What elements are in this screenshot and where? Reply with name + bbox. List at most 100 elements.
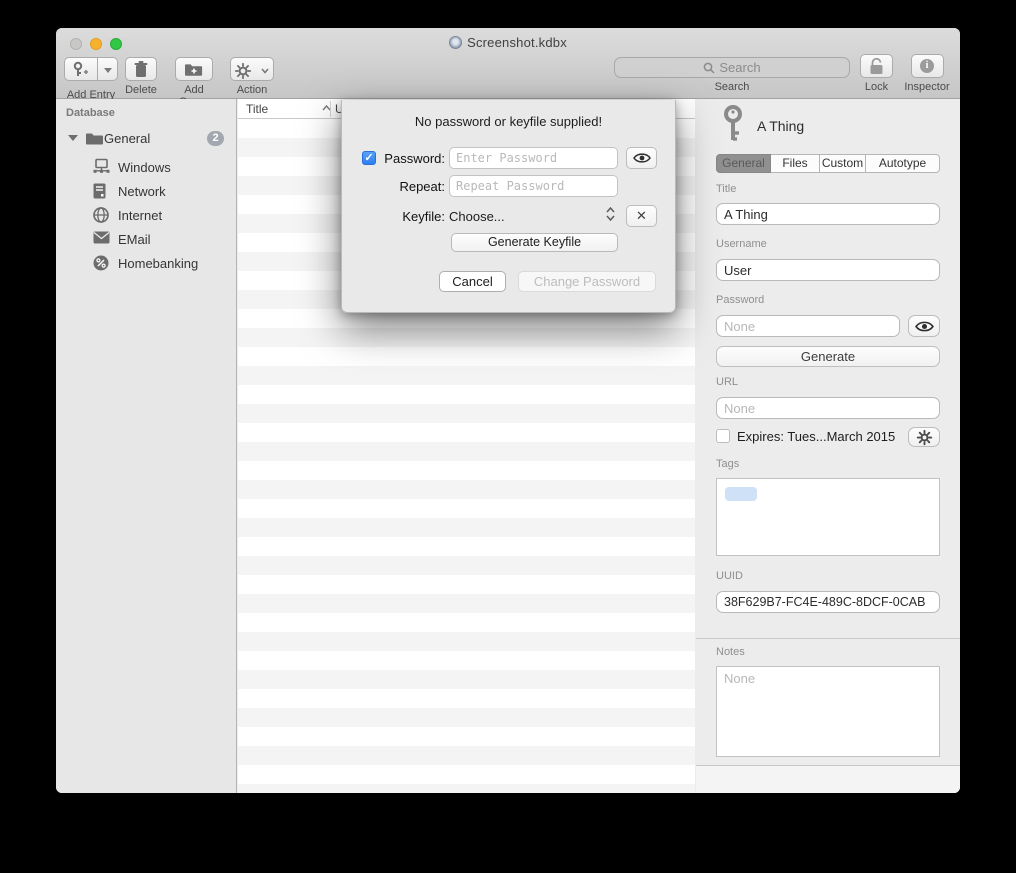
- reveal-password-button[interactable]: [908, 315, 940, 337]
- sidebar-item-label: Internet: [118, 208, 162, 223]
- window-chrome: Screenshot.kdbx Add Entry: [56, 28, 960, 99]
- keyfile-label: Keyfile:: [377, 209, 445, 224]
- tags-field[interactable]: [716, 478, 940, 556]
- action-button[interactable]: [230, 57, 274, 81]
- change-password-button[interactable]: Change Password: [518, 271, 656, 292]
- delete-label: Delete: [125, 84, 157, 96]
- sidebar-item-network[interactable]: Network: [56, 180, 237, 204]
- add-entry-group: Add Entry: [61, 57, 121, 101]
- workgroup-icon: [93, 159, 110, 177]
- tags-label: Tags: [716, 458, 739, 470]
- trash-icon: [134, 61, 148, 78]
- sidebar-section-header: Database: [66, 107, 115, 119]
- tab-general[interactable]: General: [716, 154, 771, 173]
- delete-group: Delete: [125, 57, 157, 96]
- username-label: Username: [716, 238, 767, 250]
- sidebar-item-homebanking[interactable]: Homebanking: [56, 252, 237, 276]
- lock-open-icon: [869, 58, 884, 75]
- eye-icon: [915, 320, 934, 333]
- action-group: Action: [230, 57, 274, 96]
- sidebar-item-windows[interactable]: Windows: [56, 156, 237, 180]
- uuid-label: UUID: [716, 570, 743, 582]
- add-entry-dropdown-button[interactable]: [98, 57, 118, 81]
- sidebar-item-email[interactable]: EMail: [56, 228, 237, 252]
- reveal-password-button[interactable]: [626, 147, 657, 169]
- folder-plus-icon: [185, 61, 203, 77]
- search-icon: [703, 62, 715, 74]
- gear-icon: [235, 63, 251, 79]
- sidebar-item-internet[interactable]: Internet: [56, 204, 237, 228]
- cancel-button[interactable]: Cancel: [439, 271, 506, 292]
- title-field[interactable]: [716, 203, 940, 225]
- repeat-label: Repeat:: [377, 179, 445, 194]
- add-group-button[interactable]: [175, 57, 213, 81]
- username-field[interactable]: [716, 259, 940, 281]
- expires-checkbox[interactable]: [716, 429, 730, 443]
- inspector-panel: A Thing General Files Custom Autotype Ti…: [696, 99, 960, 793]
- action-label: Action: [230, 84, 274, 96]
- uuid-field[interactable]: [716, 591, 940, 613]
- sidebar: Database General 2: [56, 99, 237, 793]
- app-window: Screenshot.kdbx Add Entry: [56, 28, 960, 793]
- chevron-down-icon: [104, 68, 112, 73]
- expires-label: Expires: Tues...March 2015: [737, 429, 895, 444]
- inspector-footer: [696, 766, 960, 793]
- percent-icon: [93, 255, 109, 274]
- title-label: Title: [716, 183, 736, 195]
- inspector-group: i Inspector: [903, 54, 951, 93]
- eye-icon: [633, 152, 651, 164]
- tab-files[interactable]: Files: [771, 154, 820, 173]
- search-input[interactable]: Search: [614, 57, 850, 78]
- sidebar-item-label: General: [104, 131, 150, 146]
- gear-icon: [917, 430, 932, 445]
- keyfile-popup[interactable]: Choose...: [449, 209, 505, 224]
- password-checkbox[interactable]: ✓: [362, 151, 376, 165]
- sidebar-item-general[interactable]: General 2: [56, 127, 237, 151]
- repeat-password-input[interactable]: [449, 175, 618, 197]
- tab-custom[interactable]: Custom: [820, 154, 866, 173]
- password-dialog: No password or keyfile supplied! ✓ Passw…: [341, 100, 676, 313]
- tag-token[interactable]: [725, 487, 757, 501]
- column-divider[interactable]: [330, 101, 331, 117]
- sidebar-item-label: Homebanking: [118, 256, 198, 271]
- section-divider: [696, 638, 960, 639]
- inspector-label: Inspector: [903, 81, 951, 93]
- generate-keyfile-button[interactable]: Generate Keyfile: [451, 233, 618, 252]
- search-label: Search: [614, 81, 850, 93]
- disclosure-triangle-icon[interactable]: [68, 135, 78, 141]
- key-plus-icon: [72, 61, 90, 78]
- key-icon: [720, 105, 746, 143]
- url-field[interactable]: [716, 397, 940, 419]
- password-label: Password: [716, 294, 764, 306]
- expires-settings-button[interactable]: [908, 427, 940, 447]
- window-title: Screenshot.kdbx: [56, 35, 960, 50]
- envelope-icon: [93, 231, 110, 247]
- inspector-button[interactable]: i: [911, 54, 944, 78]
- generate-password-button[interactable]: Generate: [716, 346, 940, 367]
- column-header-title[interactable]: Title: [246, 102, 268, 116]
- add-entry-button[interactable]: [64, 57, 98, 81]
- lock-label: Lock: [860, 81, 893, 93]
- inspector-tabs: General Files Custom Autotype: [716, 154, 940, 173]
- folder-icon: [86, 131, 103, 148]
- sidebar-item-label: EMail: [118, 232, 151, 247]
- password-input[interactable]: [449, 147, 618, 169]
- sidebar-item-label: Windows: [118, 160, 171, 175]
- lock-button[interactable]: [860, 54, 893, 78]
- document-icon: [449, 36, 462, 49]
- notes-field[interactable]: [716, 666, 940, 757]
- password-field[interactable]: [716, 315, 900, 337]
- search-placeholder: Search: [719, 60, 760, 75]
- password-label: Password:: [377, 151, 445, 166]
- info-icon: i: [920, 59, 934, 73]
- globe-icon: [93, 207, 109, 226]
- clear-keyfile-button[interactable]: ✕: [626, 205, 657, 227]
- tab-autotype[interactable]: Autotype: [866, 154, 940, 173]
- notes-label: Notes: [716, 646, 745, 658]
- chevron-down-icon: [261, 68, 269, 74]
- delete-button[interactable]: [125, 57, 157, 81]
- entry-count-badge: 2: [207, 131, 224, 146]
- dialog-message: No password or keyfile supplied!: [342, 114, 675, 129]
- updown-stepper-icon[interactable]: [606, 206, 615, 222]
- entry-title: A Thing: [757, 118, 804, 134]
